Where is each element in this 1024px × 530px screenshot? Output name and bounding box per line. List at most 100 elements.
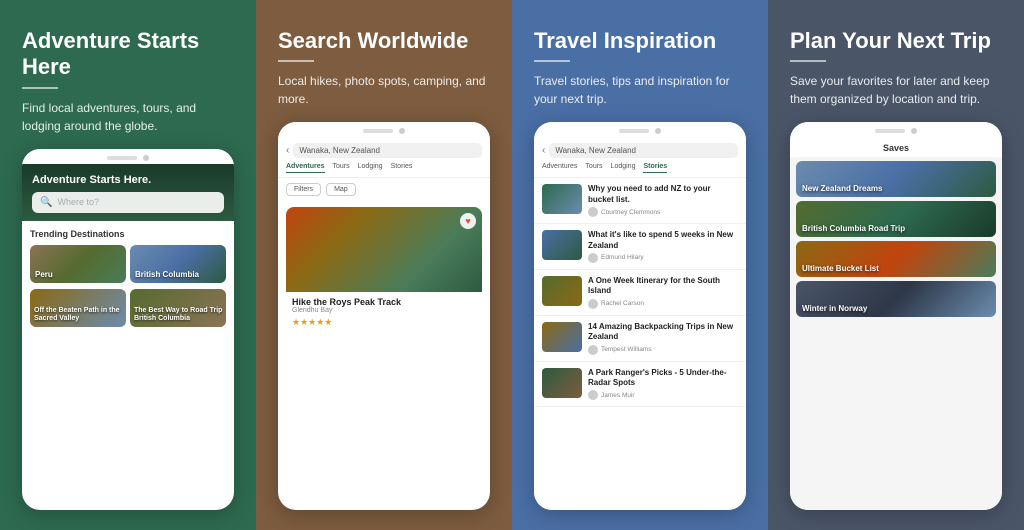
- story-item-2[interactable]: A One Week Itinerary for the South Islan…: [534, 270, 746, 316]
- p2-search-bar: ‹ Wanaka, New Zealand: [286, 143, 482, 158]
- dest-card-peru[interactable]: Peru: [30, 245, 126, 283]
- save-card-bucket[interactable]: Ultimate Bucket List: [796, 241, 996, 277]
- save-bucket-label: Ultimate Bucket List: [802, 264, 879, 273]
- p4-header: Saves: [790, 137, 1002, 157]
- p2-card-info: Hike the Roys Peak Track Glendhu Bay ★★★…: [286, 292, 482, 333]
- p2-card-title: Hike the Roys Peak Track: [292, 297, 476, 307]
- p3-search-input[interactable]: Wanaka, New Zealand: [549, 143, 738, 158]
- panel-1-title: Adventure Starts Here: [22, 28, 234, 81]
- save-card-norway[interactable]: Winter in Norway: [796, 281, 996, 317]
- story-info-1: What it's like to spend 5 weeks in New Z…: [588, 230, 738, 263]
- p2-feature-card[interactable]: ♥ Hike the Roys Peak Track Glendhu Bay ★…: [286, 207, 482, 333]
- camera-dot: [143, 155, 149, 161]
- p2-header: ‹ Wanaka, New Zealand Adventures Tours L…: [278, 137, 490, 178]
- dest-peru-label: Peru: [35, 270, 53, 279]
- notch-bar-4: [875, 129, 905, 133]
- story-item-1[interactable]: What it's like to spend 5 weeks in New Z…: [534, 224, 746, 270]
- panel-4-divider: [790, 60, 826, 62]
- p2-tabs: Adventures Tours Lodging Stories: [286, 163, 482, 173]
- phone-4: Saves New Zealand Dreams British Columbi…: [790, 122, 1002, 510]
- save-norway-label: Winter in Norway: [802, 304, 867, 313]
- author-avatar-4: [588, 390, 598, 400]
- panel-4-title: Plan Your Next Trip: [790, 28, 1002, 54]
- tab-lodging[interactable]: Lodging: [358, 163, 383, 173]
- story-item-4[interactable]: A Park Ranger's Picks - 5 Under-the-Rada…: [534, 362, 746, 408]
- p2-search-input[interactable]: Wanaka, New Zealand: [293, 143, 482, 158]
- author-avatar-1: [588, 253, 598, 263]
- dest-card-valley[interactable]: Off the Beaten Path in the Sacred Valley: [30, 289, 126, 327]
- author-avatar-3: [588, 345, 598, 355]
- panel-inspiration: Travel Inspiration Travel stories, tips …: [512, 0, 768, 530]
- story-item-3[interactable]: 14 Amazing Backpacking Trips in New Zeal…: [534, 316, 746, 362]
- camera-dot-2: [399, 128, 405, 134]
- panel-2-title: Search Worldwide: [278, 28, 490, 54]
- p3-tab-stories[interactable]: Stories: [643, 163, 667, 173]
- dest-road-label: The Best Way to Road Trip British Columb…: [134, 307, 226, 324]
- story-thumb-1: [542, 230, 582, 260]
- dest-card-bc[interactable]: British Columbia: [130, 245, 226, 283]
- panel-2-divider: [278, 60, 314, 62]
- phone-1-notch: [22, 149, 234, 164]
- p1-search-bar[interactable]: 🔍 Where to?: [32, 192, 224, 213]
- author-name-0: Courtney Clemmons: [601, 209, 660, 216]
- panel-3-title: Travel Inspiration: [534, 28, 746, 54]
- panel-adventure: Adventure Starts Here Find local adventu…: [0, 0, 256, 530]
- save-card-bc[interactable]: British Columbia Road Trip: [796, 201, 996, 237]
- story-thumb-0: [542, 184, 582, 214]
- app-container: Adventure Starts Here Find local adventu…: [0, 0, 1024, 530]
- panel-plan: Plan Your Next Trip Save your favorites …: [768, 0, 1024, 530]
- story-thumb-3: [542, 322, 582, 352]
- dest-valley-label: Off the Beaten Path in the Sacred Valley: [34, 307, 126, 324]
- author-avatar-2: [588, 299, 598, 309]
- dest-card-road[interactable]: The Best Way to Road Trip British Columb…: [130, 289, 226, 327]
- author-name-1: Edmund Hilary: [601, 254, 644, 261]
- save-card-nz[interactable]: New Zealand Dreams: [796, 161, 996, 197]
- camera-dot-4: [911, 128, 917, 134]
- small-dest-grid: Off the Beaten Path in the Sacred Valley…: [30, 289, 226, 327]
- story-author-1: Edmund Hilary: [588, 253, 738, 263]
- author-name-4: James Muir: [601, 392, 635, 399]
- filters-button[interactable]: Filters: [286, 183, 321, 196]
- author-avatar-0: [588, 207, 598, 217]
- tab-stories[interactable]: Stories: [391, 163, 413, 173]
- panel-3-divider: [534, 60, 570, 62]
- phone-2-notch: [278, 122, 490, 137]
- phone-1: Adventure Starts Here. 🔍 Where to? Trend…: [22, 149, 234, 510]
- story-item-0[interactable]: Why you need to add NZ to your bucket li…: [534, 178, 746, 224]
- story-title-3: 14 Amazing Backpacking Trips in New Zeal…: [588, 322, 738, 343]
- panel-3-desc: Travel stories, tips and inspiration for…: [534, 72, 746, 108]
- p1-hero-title: Adventure Starts Here.: [32, 174, 224, 186]
- search-icon: 🔍: [40, 197, 52, 208]
- p3-header: ‹ Wanaka, New Zealand Adventures Tours L…: [534, 137, 746, 178]
- map-button[interactable]: Map: [326, 183, 356, 196]
- author-name-3: Tempest Williams: [601, 346, 652, 353]
- story-title-1: What it's like to spend 5 weeks in New Z…: [588, 230, 738, 251]
- p4-saves-title: Saves: [798, 143, 994, 153]
- phone-3: ‹ Wanaka, New Zealand Adventures Tours L…: [534, 122, 746, 510]
- dest-grid: Peru British Columbia: [30, 245, 226, 283]
- p3-back-arrow-icon[interactable]: ‹: [542, 145, 545, 156]
- story-author-3: Tempest Williams: [588, 345, 738, 355]
- camera-dot-3: [655, 128, 661, 134]
- tab-tours[interactable]: Tours: [333, 163, 350, 173]
- panel-search: Search Worldwide Local hikes, photo spot…: [256, 0, 512, 530]
- story-author-4: James Muir: [588, 390, 738, 400]
- p3-search-bar: ‹ Wanaka, New Zealand: [542, 143, 738, 158]
- p3-tab-lodging[interactable]: Lodging: [611, 163, 636, 173]
- story-info-3: 14 Amazing Backpacking Trips in New Zeal…: [588, 322, 738, 355]
- story-info-2: A One Week Itinerary for the South Islan…: [588, 276, 738, 309]
- p1-hero: Adventure Starts Here. 🔍 Where to?: [22, 164, 234, 221]
- p3-tab-tours[interactable]: Tours: [585, 163, 602, 173]
- p2-card-image: [286, 207, 482, 292]
- trending-title: Trending Destinations: [30, 229, 226, 239]
- p3-tab-adventures[interactable]: Adventures: [542, 163, 577, 173]
- back-arrow-icon[interactable]: ‹: [286, 145, 289, 156]
- dest-bc-label: British Columbia: [135, 270, 199, 279]
- tab-adventures[interactable]: Adventures: [286, 163, 325, 173]
- p1-search-placeholder: Where to?: [57, 197, 99, 207]
- panel-4-desc: Save your favorites for later and keep t…: [790, 72, 1002, 108]
- story-title-2: A One Week Itinerary for the South Islan…: [588, 276, 738, 297]
- panel-1-desc: Find local adventures, tours, and lodgin…: [22, 99, 234, 135]
- story-info-0: Why you need to add NZ to your bucket li…: [588, 184, 738, 217]
- story-thumb-2: [542, 276, 582, 306]
